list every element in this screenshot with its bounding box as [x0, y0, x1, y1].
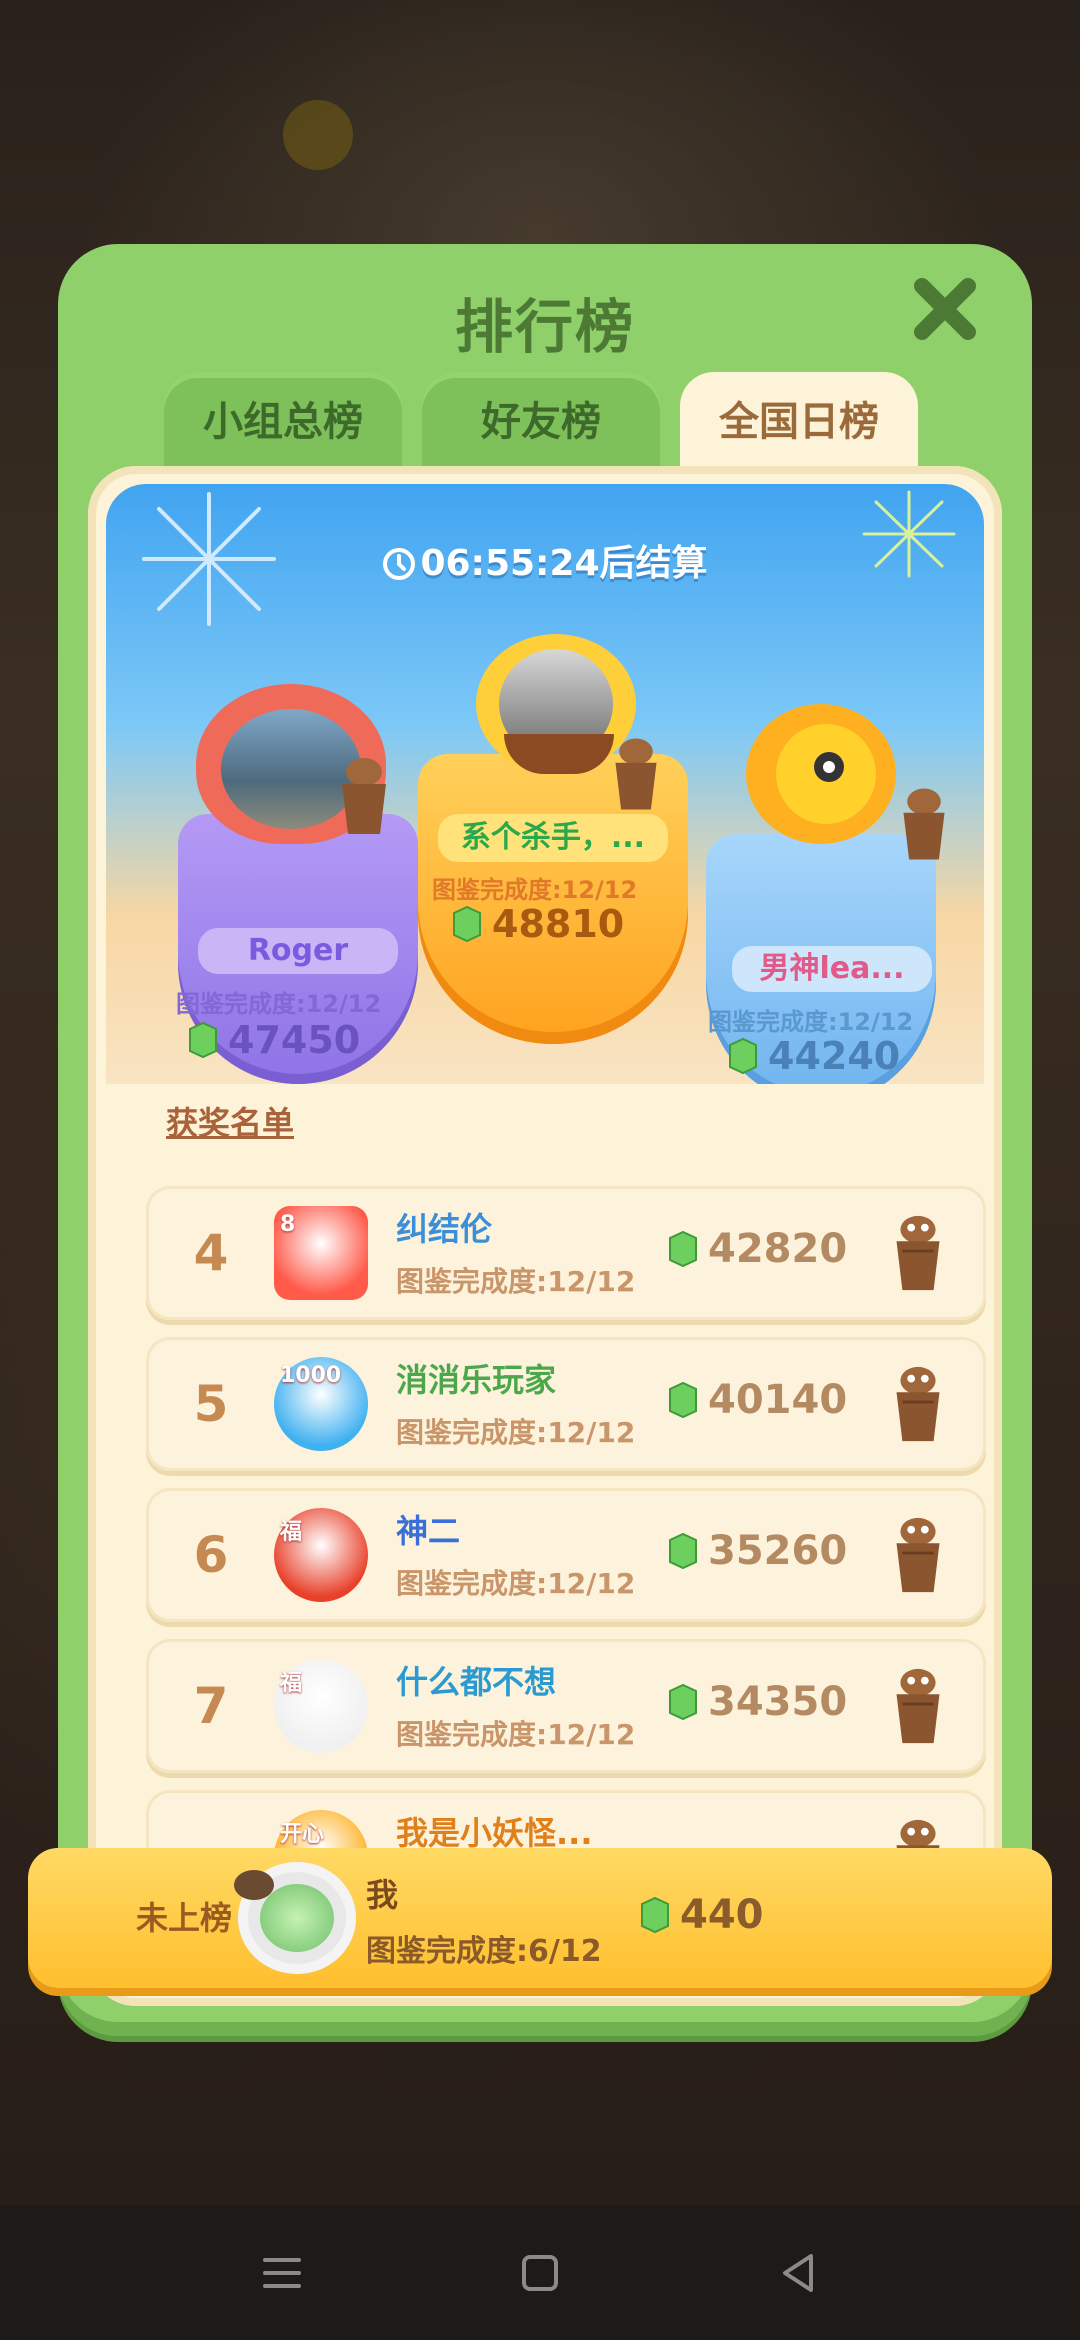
owl-gift-icon[interactable] — [888, 1363, 948, 1445]
eye-icon — [814, 752, 844, 782]
gem-icon — [189, 1021, 217, 1059]
podium-score: 44240 — [726, 1034, 900, 1078]
podium-score: 47450 — [186, 1018, 360, 1062]
owl-gift-icon[interactable] — [888, 1514, 948, 1596]
player-completion: 图鉴完成度:12/12 — [396, 1718, 636, 1751]
player-score: 34350 — [666, 1679, 847, 1725]
avatar-badge: 1000 — [280, 1363, 342, 1388]
timer-text: 06:55:24后结算 — [420, 543, 708, 584]
home-icon[interactable] — [515, 2248, 565, 2298]
player-score: 42820 — [666, 1226, 847, 1272]
podium-score-value: 47450 — [228, 1018, 361, 1062]
podium-completion: 图鉴完成度:12/12 — [176, 990, 382, 1018]
my-score-value: 440 — [680, 1892, 764, 1938]
player-score-value: 40140 — [708, 1377, 848, 1423]
my-score: 440 — [638, 1892, 764, 1938]
rank-number: 4 — [193, 1224, 229, 1282]
avatar[interactable] — [260, 1884, 334, 1952]
player-name: 消消乐玩家 — [396, 1361, 557, 1399]
ranking-row[interactable]: 4 8 纠结伦图鉴完成度:12/12 42820 — [146, 1186, 986, 1320]
avatar[interactable]: 福 — [274, 1508, 368, 1602]
dialog-title: 排行榜 — [454, 293, 635, 361]
gem-icon — [669, 1381, 697, 1419]
avatar-badge: 开心 — [280, 1822, 325, 1847]
player-score-value: 35260 — [708, 1528, 848, 1574]
close-icon — [914, 278, 976, 340]
player-completion: 图鉴完成度:12/12 — [396, 1265, 636, 1298]
my-rank-bar[interactable]: 未上榜 我 图鉴完成度:6/12 440 — [28, 1848, 1052, 1988]
podium-completion: 图鉴完成度:12/12 — [708, 1008, 914, 1036]
avatar[interactable] — [776, 724, 876, 824]
gem-icon — [669, 1532, 697, 1570]
player-score: 35260 — [666, 1528, 847, 1574]
podium-score-value: 48810 — [492, 902, 625, 946]
gem-icon — [453, 905, 481, 943]
winners-list-link[interactable]: 获奖名单 — [166, 1098, 294, 1144]
my-completion: 图鉴完成度:6/12 — [366, 1934, 602, 1969]
player-name: 纠结伦 — [396, 1210, 493, 1248]
ranking-row[interactable]: 5 1000 消消乐玩家图鉴完成度:12/12 40140 — [146, 1337, 986, 1471]
podium-name: 男神lea... — [732, 946, 932, 992]
owl-gift-icon[interactable] — [888, 1212, 948, 1294]
leaderboard-panel: 06:55:24后结算 Roger 图鉴完成度:12/12 47450 系个杀手… — [88, 466, 1002, 2006]
player-name: 神二 — [396, 1512, 461, 1550]
close-button[interactable] — [910, 274, 980, 344]
ranking-row[interactable]: 7 福 什么都不想图鉴完成度:12/12 34350 — [146, 1639, 986, 1773]
player-completion: 图鉴完成度:12/12 — [396, 1416, 636, 1449]
rank-number: 5 — [193, 1375, 229, 1433]
podium-score-value: 44240 — [768, 1034, 901, 1078]
player-score-value: 42820 — [708, 1226, 848, 1272]
player-completion: 图鉴完成度:12/12 — [396, 1567, 636, 1600]
owl-badge-icon — [903, 788, 945, 860]
owl-badge-icon — [342, 758, 386, 834]
podium-area: 06:55:24后结算 Roger 图鉴完成度:12/12 47450 系个杀手… — [106, 484, 984, 1084]
owl-gift-icon[interactable] — [888, 1665, 948, 1747]
player-name: 什么都不想 — [396, 1663, 557, 1701]
settlement-timer: 06:55:24后结算 — [106, 534, 984, 586]
player-score: 40140 — [666, 1377, 847, 1423]
gem-icon — [729, 1037, 757, 1075]
podium-score: 48810 — [450, 902, 624, 946]
avatar-badge: 福 — [280, 1671, 303, 1696]
gem-icon — [669, 1683, 697, 1721]
avatar[interactable]: 1000 — [274, 1357, 368, 1451]
podium-name: 系个杀手，... — [438, 814, 668, 862]
avatar-frame-sheep — [234, 1862, 356, 1974]
avatar[interactable]: 福 — [274, 1659, 368, 1753]
sheep-head-icon — [234, 1870, 274, 1900]
back-icon[interactable] — [773, 2248, 823, 2298]
gem-icon — [641, 1896, 669, 1934]
gem-icon — [669, 1230, 697, 1268]
menu-icon[interactable] — [257, 2248, 307, 2298]
owl-badge-icon — [615, 738, 657, 810]
system-nav-bar — [0, 2206, 1080, 2340]
clock-icon — [383, 548, 416, 580]
leaderboard-dialog: 排行榜 小组总榜 好友榜 全国日榜 06:55:24后结算 Roger 图鉴完成… — [58, 244, 1032, 2036]
podium-completion: 图鉴完成度:12/12 — [432, 876, 638, 904]
rank-number: 6 — [193, 1526, 229, 1584]
rank-number: 7 — [193, 1677, 229, 1735]
avatar-badge: 福 — [280, 1520, 303, 1545]
ranking-row[interactable]: 6 福 神二图鉴完成度:12/12 35260 — [146, 1488, 986, 1622]
my-rank-status: 未上榜 — [136, 1899, 233, 1937]
podium-name: Roger — [198, 928, 398, 974]
player-score-value: 34350 — [708, 1679, 848, 1725]
avatar-badge: 8 — [280, 1212, 296, 1237]
my-name: 我 — [366, 1876, 399, 1914]
avatar[interactable]: 8 — [274, 1206, 368, 1300]
